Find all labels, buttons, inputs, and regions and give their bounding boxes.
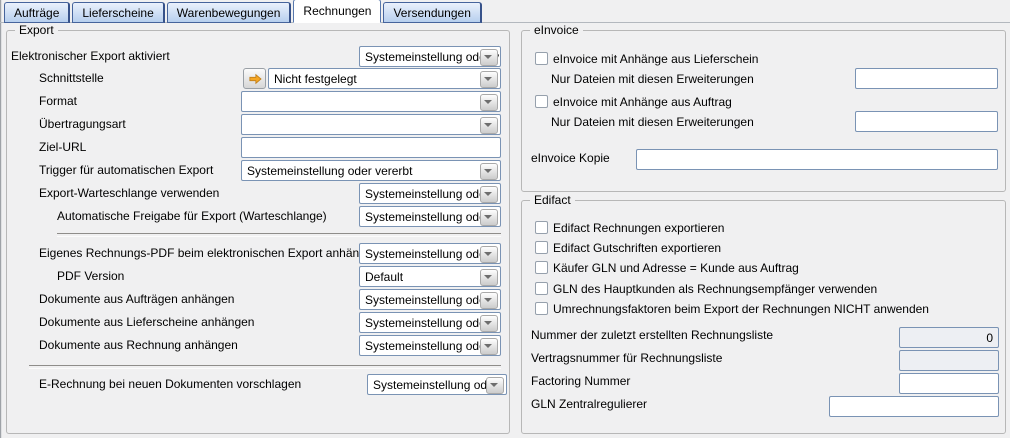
dok-rechnung-label: Dokumente aus Rechnung anhängen [39, 335, 238, 355]
tab-warenbewegungen[interactable]: Warenbewegungen [167, 2, 292, 23]
edifact-group: Edifact Edifact Rechnungen exportieren E… [521, 200, 1006, 434]
chevron-down-icon[interactable] [480, 163, 498, 180]
e-rechnung-combobox[interactable]: Systemeinstellung oder [367, 374, 507, 395]
window-left-edge [0, 0, 2, 438]
checkbox-kaeufer-gln[interactable] [535, 261, 548, 274]
pdf-version-value: Default [365, 270, 403, 284]
uebertragungsart-combobox[interactable] [241, 114, 501, 135]
tab-bar: Aufträge Lieferscheine Warenbewegungen R… [4, 1, 482, 23]
tab-auftraege[interactable]: Aufträge [4, 2, 70, 23]
einvoice-kopie-label: eInvoice Kopie [531, 148, 610, 168]
format-combobox[interactable] [241, 91, 501, 112]
chevron-down-icon[interactable] [480, 315, 498, 332]
tab-versendungen[interactable]: Versendungen [383, 2, 481, 23]
umrechnungsfaktoren-label: Umrechnungsfaktoren beim Export der Rech… [553, 301, 929, 317]
edifact-rechnungen-label: Edifact Rechnungen exportieren [553, 220, 724, 236]
chevron-down-icon[interactable] [480, 94, 498, 111]
checkbox-einvoice-lieferschein[interactable] [535, 52, 548, 65]
e-rechnung-value: Systemeinstellung oder [373, 378, 498, 392]
ziel-url-input[interactable] [241, 137, 501, 158]
gln-zentralregulierer-label: GLN Zentralregulierer [531, 394, 647, 414]
e-rechnung-label: E-Rechnung bei neuen Dokumenten vorschla… [39, 374, 301, 394]
separator [57, 233, 501, 237]
pdf-anhaengen-value: Systemeinstellung oder [365, 247, 490, 261]
pdf-anhaengen-combobox[interactable]: Systemeinstellung oder [359, 243, 501, 264]
ext-auftrag-label: Nur Dateien mit diesen Erweiterungen [551, 112, 754, 132]
uebertragungsart-label: Übertragungsart [39, 114, 126, 134]
freigabe-combobox[interactable]: Systemeinstellung oder [359, 206, 501, 227]
jump-arrow-icon [248, 73, 262, 85]
edifact-gutschriften-label: Edifact Gutschriften exportieren [553, 240, 721, 256]
einvoice-group: eInvoice eInvoice mit Anhänge aus Liefer… [521, 30, 1006, 192]
chevron-down-icon[interactable] [480, 269, 498, 286]
trigger-value: Systemeinstellung oder vererbt [247, 164, 412, 178]
rechnungsliste-nummer-label: Nummer der zuletzt erstellten Rechnungsl… [531, 325, 773, 345]
factoring-nummer-label: Factoring Nummer [531, 371, 630, 391]
chevron-down-icon[interactable] [480, 209, 498, 226]
warteschlange-value: Systemeinstellung oder [365, 187, 490, 201]
edifact-group-title: Edifact [530, 193, 575, 207]
checkbox-edifact-gutschriften[interactable] [535, 241, 548, 254]
format-label: Format [39, 91, 77, 111]
vertragsnummer-input [899, 350, 999, 371]
gln-zentralregulierer-input[interactable] [829, 396, 999, 417]
pdf-version-label: PDF Version [57, 266, 124, 286]
export-group-title: Export [15, 23, 58, 37]
vertragsnummer-label: Vertragsnummer für Rechnungsliste [531, 348, 722, 368]
chevron-down-icon[interactable] [486, 377, 504, 394]
chevron-down-icon[interactable] [480, 71, 498, 88]
schnittstelle-value: Nicht festgelegt [274, 72, 357, 86]
schnittstelle-goto-button[interactable] [243, 68, 266, 89]
schnittstelle-label: Schnittstelle [39, 68, 104, 88]
elektronischer-export-combobox[interactable]: Systemeinstellung oder v [359, 46, 501, 67]
checkbox-einvoice-auftrag[interactable] [535, 95, 548, 108]
chevron-down-icon[interactable] [480, 292, 498, 309]
warteschlange-label: Export-Warteschlange verwenden [39, 183, 219, 203]
schnittstelle-combobox[interactable]: Nicht festgelegt [268, 68, 501, 89]
dok-rechnung-value: Systemeinstellung oder [365, 339, 490, 353]
tab-rechnungen[interactable]: Rechnungen [293, 0, 381, 23]
gln-hauptkunde-label: GLN des Hauptkunden als Rechnungsempfäng… [553, 281, 877, 297]
einvoice-auftrag-label: eInvoice mit Anhänge aus Auftrag [553, 94, 732, 110]
chevron-down-icon[interactable] [480, 186, 498, 203]
checkbox-edifact-rechnungen[interactable] [535, 221, 548, 234]
dok-lieferscheine-label: Dokumente aus Lieferscheine anhängen [39, 312, 254, 332]
einvoice-lieferschein-label: eInvoice mit Anhänge aus Lieferschein [553, 51, 758, 67]
kaeufer-gln-label: Käufer GLN und Adresse = Kunde aus Auftr… [553, 260, 799, 276]
elektronischer-export-label: Elektronischer Export aktiviert [11, 46, 170, 66]
dok-auftraege-label: Dokumente aus Aufträgen anhängen [39, 289, 234, 309]
ext-lieferschein-label: Nur Dateien mit diesen Erweiterungen [551, 69, 754, 89]
chevron-down-icon[interactable] [480, 117, 498, 134]
ext-lieferschein-input[interactable] [855, 68, 998, 89]
checkbox-gln-hauptkunde[interactable] [535, 282, 548, 295]
pdf-version-combobox[interactable]: Default [359, 266, 501, 287]
trigger-label: Trigger für automatischen Export [39, 160, 213, 180]
ziel-url-label: Ziel-URL [39, 137, 86, 157]
rechnungsliste-nummer-input [899, 327, 999, 348]
elektronischer-export-value: Systemeinstellung oder v [365, 50, 499, 64]
dok-rechnung-combobox[interactable]: Systemeinstellung oder [359, 335, 501, 356]
trigger-combobox[interactable]: Systemeinstellung oder vererbt [241, 160, 501, 181]
dok-auftraege-value: Systemeinstellung oder [365, 293, 490, 307]
export-group: Export Elektronischer Export aktiviert S… [6, 30, 510, 434]
freigabe-value: Systemeinstellung oder [365, 210, 490, 224]
einvoice-group-title: eInvoice [530, 23, 583, 37]
checkbox-umrechnungsfaktoren[interactable] [535, 302, 548, 315]
einvoice-kopie-input[interactable] [636, 149, 998, 170]
chevron-down-icon[interactable] [480, 246, 498, 263]
ext-auftrag-input[interactable] [855, 111, 998, 132]
pdf-anhaengen-label: Eigenes Rechnungs-PDF beim elektronische… [39, 243, 379, 263]
warteschlange-combobox[interactable]: Systemeinstellung oder [359, 183, 501, 204]
chevron-down-icon[interactable] [480, 49, 498, 66]
freigabe-label: Automatische Freigabe für Export (Wartes… [57, 206, 327, 226]
chevron-down-icon[interactable] [480, 338, 498, 355]
dok-lieferscheine-value: Systemeinstellung oder [365, 316, 490, 330]
separator [29, 365, 501, 369]
dok-auftraege-combobox[interactable]: Systemeinstellung oder [359, 289, 501, 310]
tab-lieferscheine[interactable]: Lieferscheine [72, 2, 164, 23]
factoring-nummer-input[interactable] [899, 373, 999, 394]
dok-lieferscheine-combobox[interactable]: Systemeinstellung oder [359, 312, 501, 333]
